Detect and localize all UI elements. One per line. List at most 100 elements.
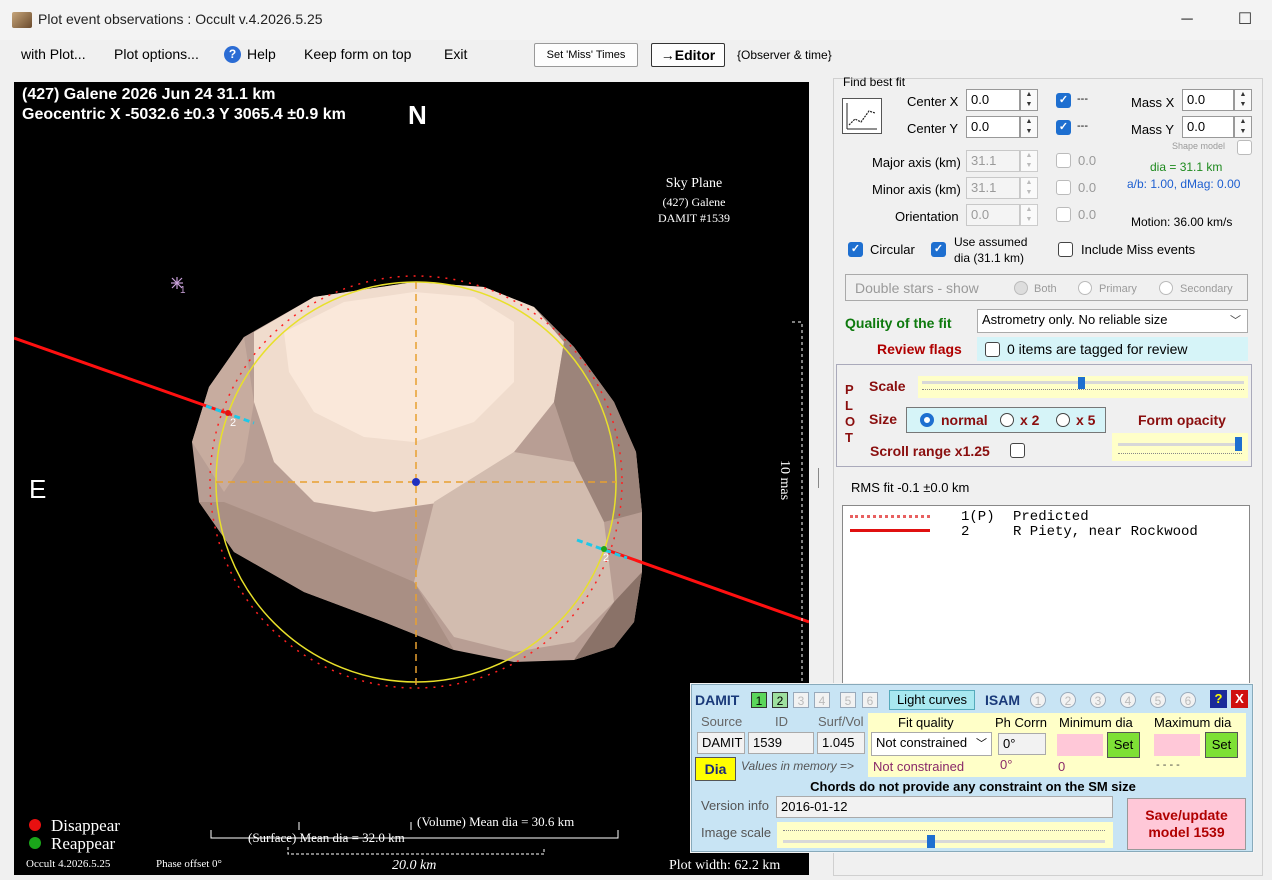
sky-plane-title: Sky Plane <box>665 176 723 191</box>
fit-quality-value: Not constrained <box>876 735 968 750</box>
editor-button[interactable]: →Editor <box>651 43 725 67</box>
both-radio[interactable] <box>1014 281 1028 295</box>
review-flags-checkbox[interactable] <box>985 342 1000 357</box>
minimize-button[interactable]: ─ <box>1172 8 1202 32</box>
mass-x-spinner[interactable]: ▲ ▼ <box>1234 89 1252 111</box>
shape-model-checkbox[interactable] <box>1237 140 1252 155</box>
mass-y-spinner[interactable]: ▲ ▼ <box>1234 116 1252 138</box>
splitter-handle[interactable] <box>818 468 819 488</box>
isam-model-3[interactable]: 3 <box>1090 692 1106 708</box>
max-dia-input[interactable] <box>1154 734 1200 756</box>
minor-axis-input[interactable]: 31.1 <box>966 177 1020 199</box>
damit-close-button[interactable]: X <box>1231 690 1248 708</box>
orientation-checkbox[interactable] <box>1056 207 1071 222</box>
mass-y-input[interactable]: 0.0 <box>1182 116 1234 138</box>
values-in-memory-label: Values in memory => <box>741 759 854 773</box>
isam-model-5[interactable]: 5 <box>1150 692 1166 708</box>
use-assumed-checkbox[interactable]: ✓ <box>931 242 946 257</box>
menu-exit[interactable]: Exit <box>444 46 467 62</box>
major-axis-input[interactable]: 31.1 <box>966 150 1020 172</box>
image-scale-thumb[interactable] <box>927 835 935 848</box>
set-miss-times-button[interactable]: Set 'Miss' Times <box>534 43 638 67</box>
size-label: Size <box>869 411 898 427</box>
size-x5-radio[interactable] <box>1056 413 1070 427</box>
menu-plot-options[interactable]: Plot options... <box>114 46 199 62</box>
center-x-label: Center X <box>907 94 959 109</box>
quality-fit-select[interactable]: Astrometry only. No reliable size ﹀ <box>977 309 1248 333</box>
size-x2-radio[interactable] <box>1000 413 1014 427</box>
primary-label: Primary <box>1099 283 1137 295</box>
damit-model-1[interactable]: 1 <box>751 692 767 708</box>
dia-button[interactable]: Dia <box>695 757 736 781</box>
menu-with-plot[interactable]: with Plot... <box>21 46 86 62</box>
isam-model-4[interactable]: 4 <box>1120 692 1136 708</box>
center-y-checkbox[interactable]: ✓ <box>1056 120 1071 135</box>
scroll-range-label: Scroll range x1.25 <box>870 443 990 459</box>
maximize-button[interactable]: ☐ <box>1230 8 1260 32</box>
circular-checkbox[interactable]: ✓ <box>848 242 863 257</box>
set-min-dia-button[interactable]: Set <box>1107 732 1140 758</box>
center-x-spinner[interactable]: ▲ ▼ <box>1020 89 1038 111</box>
size-normal-radio[interactable] <box>920 413 934 427</box>
center-y-spinner[interactable]: ▲ ▼ <box>1020 116 1038 138</box>
fit-quality-select[interactable]: Not constrained ﹀ <box>871 732 992 756</box>
opacity-slider-thumb[interactable] <box>1235 437 1242 451</box>
menu-help[interactable]: Help <box>247 46 276 62</box>
orientation-input[interactable]: 0.0 <box>966 204 1020 226</box>
major-axis-checkbox[interactable] <box>1056 153 1071 168</box>
set-max-dia-button[interactable]: Set <box>1205 732 1238 758</box>
mass-x-input[interactable]: 0.0 <box>1182 89 1234 111</box>
damit-model-5[interactable]: 5 <box>840 692 856 708</box>
rms-fit-label: RMS fit -0.1 ±0.0 km <box>851 480 970 495</box>
min-dia-input[interactable] <box>1057 734 1103 756</box>
source-header: Source <box>701 714 743 729</box>
chevron-down-icon: ﹀ <box>976 738 987 750</box>
major-axis-spinner[interactable]: ▲ ▼ <box>1020 150 1038 172</box>
volume-mean-dia: (Volume) Mean dia = 30.6 km <box>417 814 575 829</box>
id-header: ID <box>775 714 788 729</box>
damit-model-3[interactable]: 3 <box>793 692 809 708</box>
scale-slider[interactable] <box>918 376 1248 398</box>
center-x-dash: --- <box>1077 93 1088 105</box>
minor-axis-checkbox[interactable] <box>1056 180 1071 195</box>
help-icon[interactable]: ? <box>224 46 241 63</box>
primary-radio[interactable] <box>1078 281 1092 295</box>
plot-canvas[interactable]: (427) Galene 2026 Jun 24 31.1 km Geocent… <box>14 82 809 875</box>
secondary-radio[interactable] <box>1159 281 1173 295</box>
reappear-legend: Reappear <box>51 834 116 853</box>
app-icon <box>12 12 32 28</box>
opacity-slider[interactable] <box>1112 433 1248 461</box>
minor-axis-spinner[interactable]: ▲ ▼ <box>1020 177 1038 199</box>
damit-model-2[interactable]: 2 <box>772 692 788 708</box>
center-x-checkbox[interactable]: ✓ <box>1056 93 1071 108</box>
observer-time-button[interactable]: {Observer & time} <box>737 48 832 62</box>
include-miss-checkbox[interactable] <box>1058 242 1073 257</box>
center-x-input[interactable]: 0.0 <box>966 89 1020 111</box>
scroll-range-checkbox[interactable] <box>1010 443 1025 458</box>
chord-legend-line <box>850 529 930 532</box>
isam-model-1[interactable]: 1 <box>1030 692 1046 708</box>
orientation-spinner[interactable]: ▲ ▼ <box>1020 204 1038 226</box>
center-y-input[interactable]: 0.0 <box>966 116 1020 138</box>
isam-model-6[interactable]: 6 <box>1180 692 1196 708</box>
volume-dia-line <box>287 847 545 855</box>
fit-chart-button[interactable] <box>842 98 882 134</box>
version-info-label: Version info <box>701 798 769 813</box>
legend-row1-num: 1(P) <box>961 509 995 525</box>
scale-label: Scale <box>869 378 906 394</box>
center-y-dash: --- <box>1077 120 1088 132</box>
image-scale-slider[interactable] <box>777 822 1113 848</box>
save-update-model-button[interactable]: Save/update model 1539 <box>1127 798 1246 850</box>
scale-slider-thumb[interactable] <box>1078 377 1085 389</box>
damit-help-button[interactable]: ? <box>1210 690 1227 708</box>
size-x5-label: x 5 <box>1076 412 1096 428</box>
light-curves-button[interactable]: Light curves <box>889 690 975 710</box>
menu-keep-on-top[interactable]: Keep form on top <box>304 46 411 62</box>
plot-title-line1: (427) Galene 2026 Jun 24 31.1 km <box>22 86 276 103</box>
damit-model-6[interactable]: 6 <box>862 692 878 708</box>
dia-info: dia = 31.1 km <box>1150 160 1223 174</box>
min-dia-header: Minimum dia <box>1059 715 1133 730</box>
isam-model-2[interactable]: 2 <box>1060 692 1076 708</box>
damit-model-4[interactable]: 4 <box>814 692 830 708</box>
ph-corr-value[interactable]: 0° <box>998 733 1046 755</box>
